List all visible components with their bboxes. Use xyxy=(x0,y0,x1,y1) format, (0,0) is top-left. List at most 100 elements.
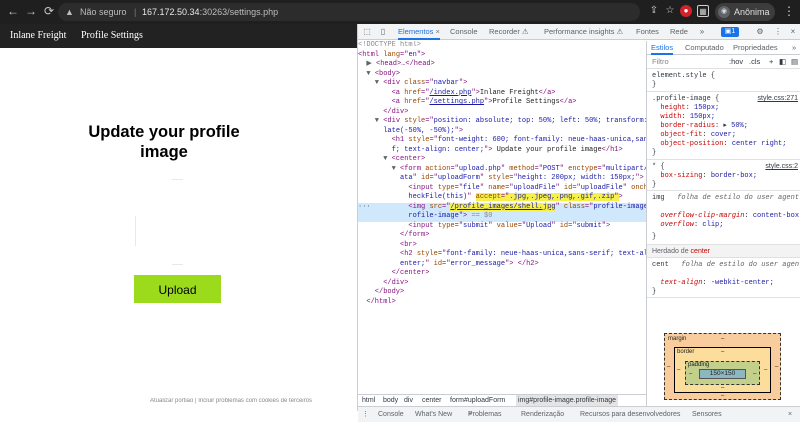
drawer-content-peek: Atualizar portião | Incluir problemas co… xyxy=(150,398,312,404)
tree-row[interactable]: <a href="/settings.php">Profile Settings… xyxy=(358,98,646,108)
devtools-tabbar: ⬚ ▯ Elementos × Console Recorder ⚠ Perfor… xyxy=(358,24,800,40)
tab-console[interactable]: Console xyxy=(450,24,478,40)
tab-recorder[interactable]: Recorder ⚠ xyxy=(489,24,529,40)
share-icon[interactable]: ⇪ xyxy=(648,5,660,17)
tree-row[interactable]: </div> xyxy=(358,279,646,289)
css-declaration[interactable]: height: 150px; xyxy=(652,104,719,113)
file-input-outline[interactable] xyxy=(172,179,183,180)
universal-rule[interactable]: * { style.css:2 box-sizing: border-box; … xyxy=(647,160,800,191)
security-label[interactable]: Não seguro xyxy=(80,3,127,21)
tree-row[interactable]: ▼ <div class="navbar"> xyxy=(358,79,646,89)
tree-row-selected[interactable]: ··· <img src="/profile_images/shell.jpg"… xyxy=(358,202,646,212)
tree-row[interactable]: <html lang="en"> xyxy=(358,51,646,61)
extension-record-icon[interactable]: ● xyxy=(680,5,692,17)
tree-row[interactable]: ▼ <center> xyxy=(358,155,646,165)
drawer-tab-console[interactable]: Console xyxy=(378,407,404,422)
ua-rule-header: cent folha de estilo do user agent xyxy=(652,261,800,270)
extensions-icon[interactable]: ▦ xyxy=(697,5,709,17)
settings-gear-icon[interactable]: ⚙ xyxy=(754,26,766,38)
user-agent-img-rule[interactable]: img folha de estilo do user agent overfl… xyxy=(647,191,800,245)
tree-row[interactable]: late(-50%, -50%);"> xyxy=(358,127,646,137)
tree-row[interactable]: </center> xyxy=(358,269,646,279)
tree-row-selected-cont[interactable]: rofile-image"> == $0 xyxy=(358,212,646,222)
tab-performance-insights[interactable]: Performance insights ⚠ xyxy=(544,24,623,40)
hover-state-toggle[interactable]: :hov xyxy=(729,55,743,69)
tree-row[interactable]: <h1 style="font-weight: 600; font-family… xyxy=(358,136,646,146)
address-bar[interactable]: ▲ Não seguro | 167.172.50.34:30263/setti… xyxy=(58,3,640,21)
tree-row[interactable]: heckFile(this)" accept=".jpg,.jpeg,.png,… xyxy=(358,193,646,203)
inspect-element-icon[interactable]: ⬚ xyxy=(361,26,373,38)
styles-pane: Estilos Computado Propriedades » Filtro … xyxy=(646,41,800,406)
css-declaration[interactable]: object-fit: cover; xyxy=(652,131,736,140)
tree-row[interactable]: ▼ <form action="upload.php" method="POST… xyxy=(358,165,646,175)
tree-row[interactable]: ▼ <div style="position: absolute; top: 5… xyxy=(358,117,646,127)
ua-selector: cent xyxy=(652,261,669,269)
tree-row[interactable]: ▼ <body> xyxy=(358,70,646,80)
tree-row[interactable]: enter;" id="error_message"> </h2> xyxy=(358,260,646,270)
bookmark-star-icon[interactable]: ☆ xyxy=(664,5,676,17)
tab-elements[interactable]: Elementos × xyxy=(398,24,440,40)
tab-styles[interactable]: Estilos xyxy=(651,41,674,55)
tree-row[interactable]: <a href="/index.php">Inlane Freight</a> xyxy=(358,89,646,99)
rule-source-link[interactable]: style.css:271 xyxy=(758,95,798,102)
add-rule-icon[interactable]: + xyxy=(769,55,773,69)
css-declaration[interactable]: object-position: center right; xyxy=(652,140,786,149)
nav-link-home[interactable]: Inlane Freight xyxy=(10,24,66,48)
class-toggle[interactable]: .cls xyxy=(749,55,760,69)
tree-row[interactable]: </form> xyxy=(358,231,646,241)
drawer-tab-whats-new[interactable]: What's New xyxy=(415,407,452,422)
drawer-tab-sensors[interactable]: Sensores xyxy=(692,407,722,422)
url-text[interactable]: 167.172.50.34:30263/settings.php xyxy=(142,3,278,21)
tree-row[interactable]: ata" id="uploadForm" style="height: 200p… xyxy=(358,174,646,184)
close-devtools-icon[interactable]: × xyxy=(787,26,799,38)
tree-row[interactable]: </html> xyxy=(358,298,646,308)
tree-row[interactable]: <input type="file" name="uploadFile" id=… xyxy=(358,184,646,194)
tab-network[interactable]: Rede xyxy=(670,24,688,40)
tree-row[interactable]: <h2 style="font-family: neue-haas-unica,… xyxy=(358,250,646,260)
rule-source-link[interactable]: style.css:2 xyxy=(765,163,798,170)
css-declaration[interactable]: width: 150px; xyxy=(652,113,715,122)
tree-row[interactable]: <input type="submit" value="Upload" id="… xyxy=(358,222,646,232)
filter-input[interactable]: Filtro xyxy=(652,55,669,69)
nav-link-profile-settings[interactable]: Profile Settings xyxy=(81,24,143,48)
more-tabs-icon[interactable]: » xyxy=(696,26,708,38)
forward-icon[interactable]: → xyxy=(24,4,38,18)
tree-row[interactable]: ▶ <head>…</head> xyxy=(358,60,646,70)
tree-row[interactable]: </div> xyxy=(358,108,646,118)
user-agent-center-rule[interactable]: cent folha de estilo do user agent text-… xyxy=(647,258,800,298)
elements-tree[interactable]: <!DOCTYPE html> <html lang="en"> ▶ <head… xyxy=(358,41,646,394)
devtools-menu-icon[interactable]: ⋮ xyxy=(772,26,784,38)
tree-row[interactable]: </body> xyxy=(358,288,646,298)
profile-image-rule[interactable]: .profile-image { style.css:271 height: 1… xyxy=(647,92,800,160)
computed-sidebar-icon[interactable]: ▤ xyxy=(791,55,798,69)
warning-icon[interactable]: ▲ xyxy=(65,3,74,21)
element-style-block[interactable]: element.style { } xyxy=(647,70,800,92)
drawer-menu-icon[interactable]: ⋮ xyxy=(362,407,369,422)
border-left-value: – xyxy=(677,367,681,373)
upload-button[interactable]: Upload xyxy=(134,275,221,303)
css-declaration[interactable]: border-radius: ▸ 50%; xyxy=(652,122,748,131)
tab-sources[interactable]: Fontes xyxy=(636,24,659,40)
css-declaration[interactable]: box-sizing: border-box; xyxy=(652,172,757,181)
issues-badge[interactable]: ▣1 xyxy=(721,27,739,37)
toggle-color-icon[interactable]: ◧ xyxy=(779,55,786,69)
drawer-tab-developer-resources[interactable]: Recursos para desenvolvedores xyxy=(580,407,680,422)
device-toolbar-icon[interactable]: ▯ xyxy=(377,26,389,38)
close-icon[interactable]: × xyxy=(435,27,439,36)
close-drawer-icon[interactable]: × xyxy=(788,407,792,422)
tree-row[interactable]: <br> xyxy=(358,241,646,251)
back-icon[interactable]: ← xyxy=(6,4,20,18)
tab-properties[interactable]: Propriedades xyxy=(733,41,778,55)
more-panes-icon[interactable]: » xyxy=(792,41,796,55)
tab-computed[interactable]: Computado xyxy=(685,41,724,55)
rule-close-brace: } xyxy=(652,81,657,89)
drawer-tab-rendering[interactable]: Renderização xyxy=(521,407,564,422)
incognito-profile-chip[interactable]: ◉ Anônima xyxy=(715,3,775,21)
tree-row[interactable]: <!DOCTYPE html> xyxy=(358,41,646,51)
inherited-from-link[interactable]: center xyxy=(691,248,710,255)
margin-bottom-value: – xyxy=(721,393,725,399)
close-icon[interactable]: × xyxy=(468,407,472,422)
browser-menu-icon[interactable]: ⋮ xyxy=(783,4,795,18)
reload-icon[interactable]: ⟳ xyxy=(42,4,56,18)
tree-row[interactable]: f; text-align: center;"> Update your pro… xyxy=(358,146,646,156)
